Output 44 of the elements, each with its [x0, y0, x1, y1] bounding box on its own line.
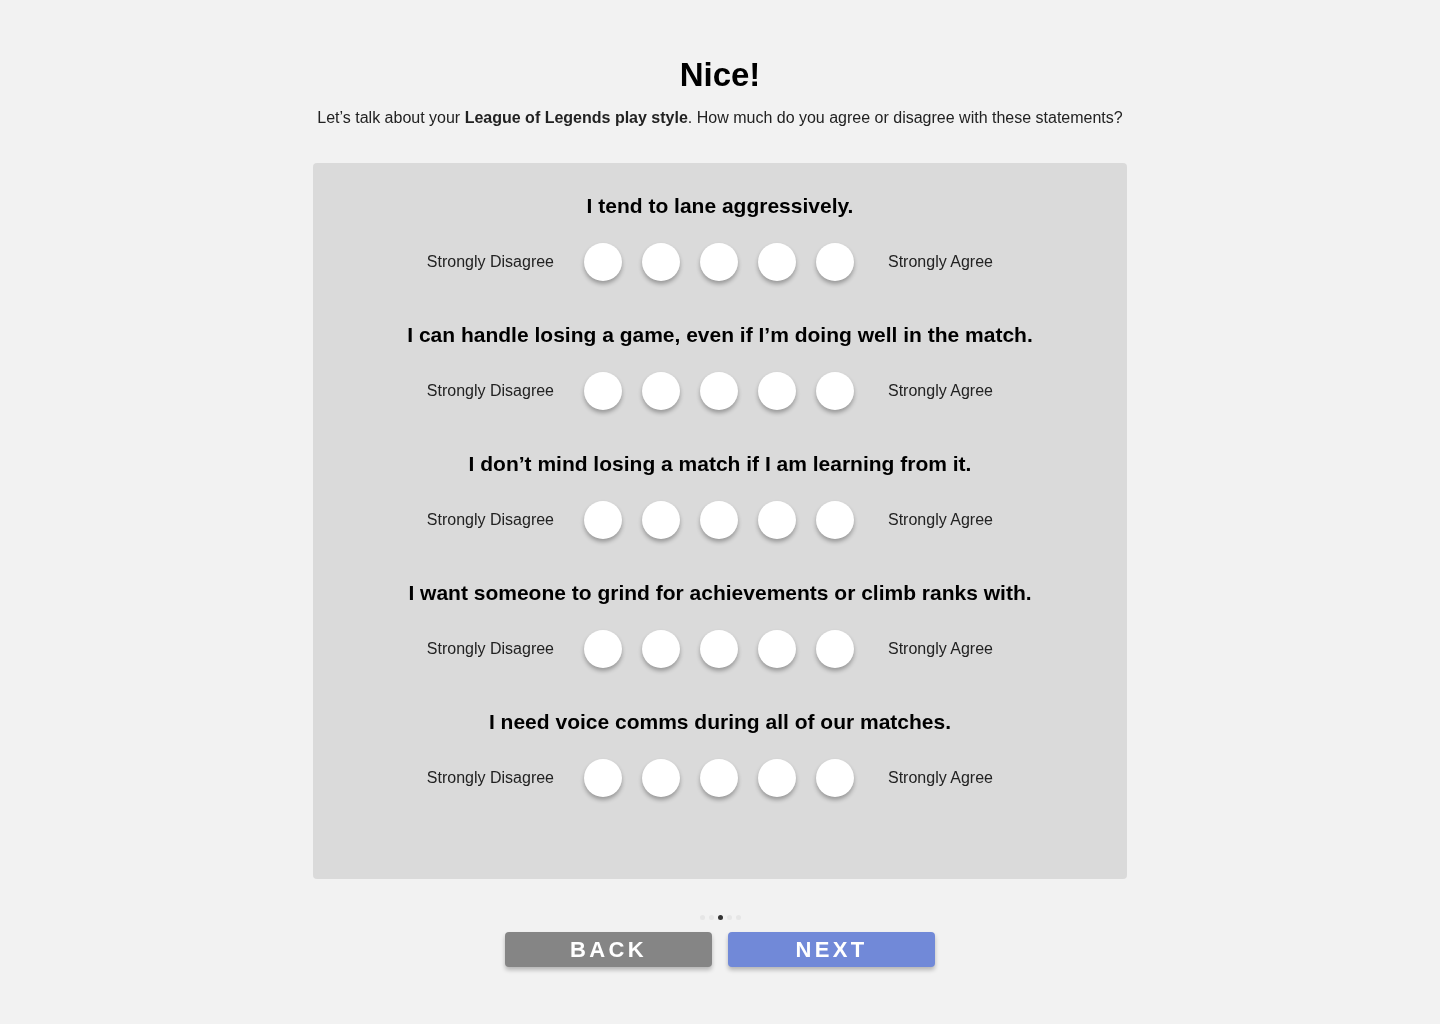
- radio-button[interactable]: [642, 372, 680, 410]
- back-button[interactable]: BACK: [505, 932, 712, 967]
- scale-label: Strongly Disagree: [425, 381, 554, 401]
- radio-button[interactable]: [700, 243, 738, 281]
- radio-button[interactable]: [584, 243, 622, 281]
- radio-button[interactable]: [700, 759, 738, 797]
- scale-label: Strongly Agree: [888, 252, 993, 272]
- scale-label: Strongly Disagree: [425, 639, 554, 659]
- radio-button[interactable]: [816, 501, 854, 539]
- radio-button[interactable]: [642, 243, 680, 281]
- scale-label: Strongly Agree: [888, 639, 993, 659]
- radio-button[interactable]: [584, 372, 622, 410]
- statement-text: I tend to lane aggressively.: [585, 193, 855, 219]
- radio-button[interactable]: [642, 759, 680, 797]
- radio-button[interactable]: [816, 759, 854, 797]
- scale-label: Strongly Agree: [888, 510, 993, 530]
- statement-text: I want someone to grind for achievements or climb ranks with.: [407, 580, 1033, 606]
- radio-button[interactable]: [758, 372, 796, 410]
- statement-text: I need voice comms during all of our matches.: [487, 709, 953, 735]
- radio-button[interactable]: [758, 501, 796, 539]
- scale-label: Strongly Disagree: [425, 510, 554, 530]
- radio-button[interactable]: [700, 372, 738, 410]
- statement-text: I don’t mind losing a match if I am learning from it.: [467, 451, 973, 477]
- radio-button[interactable]: [758, 243, 796, 281]
- next-button[interactable]: NEXT: [728, 932, 935, 967]
- radio-button[interactable]: [700, 501, 738, 539]
- radio-button[interactable]: [816, 372, 854, 410]
- radio-button[interactable]: [758, 630, 796, 668]
- statement-text: I can handle losing a game, even if I’m doing well in the match.: [406, 322, 1034, 348]
- radio-button[interactable]: [816, 630, 854, 668]
- scale-label: Strongly Disagree: [425, 252, 554, 272]
- radio-button[interactable]: [758, 759, 796, 797]
- radio-button[interactable]: [816, 243, 854, 281]
- radio-button[interactable]: [584, 630, 622, 668]
- radio-button[interactable]: [584, 759, 622, 797]
- radio-button[interactable]: [642, 501, 680, 539]
- intro-text: Let’s talk about your League of Legends play style. How much do you agree or disagree with these statements?: [317, 108, 1123, 128]
- radio-button[interactable]: [584, 501, 622, 539]
- scale-label: Strongly Agree: [888, 381, 993, 401]
- radio-button[interactable]: [642, 630, 680, 668]
- scale-label: Strongly Disagree: [425, 768, 554, 788]
- radio-button[interactable]: [700, 630, 738, 668]
- scale-label: Strongly Agree: [888, 768, 993, 788]
- page-title: Nice!: [679, 55, 761, 95]
